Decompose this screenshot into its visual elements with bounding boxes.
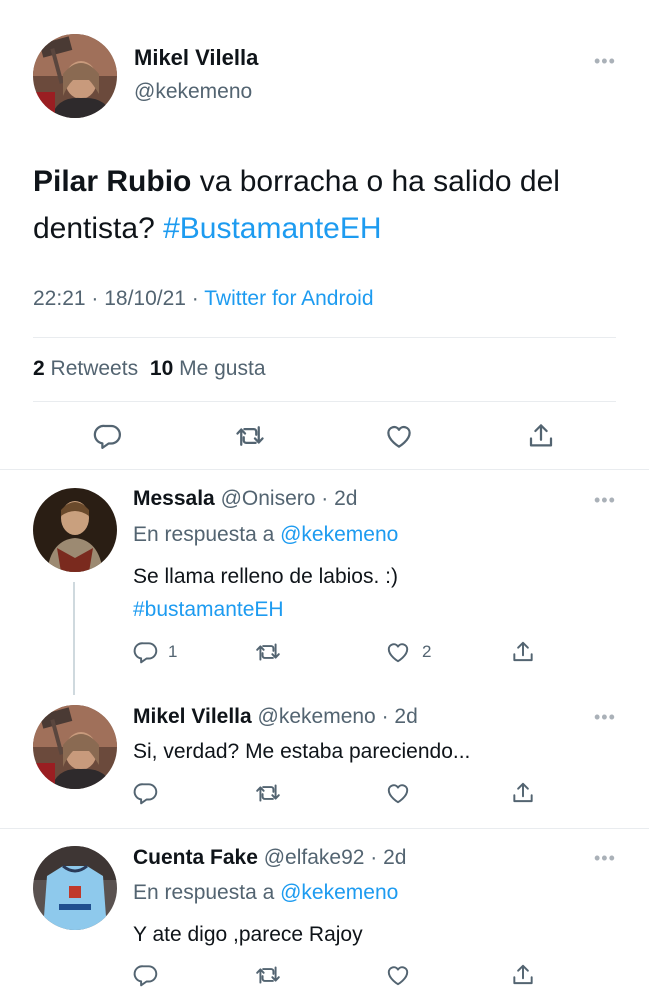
mention-pilar-rubio: Pilar Rubio	[33, 165, 192, 198]
retweet-icon[interactable]	[255, 962, 281, 988]
share-icon[interactable]	[510, 962, 536, 988]
retweet-icon[interactable]	[255, 780, 281, 806]
reply-text: Se llama relleno de labios. :)	[133, 565, 398, 588]
like-icon[interactable]	[384, 421, 414, 451]
reply-avatar[interactable]	[33, 705, 117, 789]
share-icon[interactable]	[510, 639, 536, 665]
reply-handle-time[interactable]: @elfake92 · 2d	[264, 846, 407, 869]
more-icon[interactable]: •••	[594, 708, 616, 726]
share-icon[interactable]	[510, 780, 536, 806]
more-icon[interactable]: •••	[594, 491, 616, 509]
divider	[33, 401, 616, 402]
likes-label[interactable]: Me gusta	[179, 357, 265, 380]
reply-to: En respuesta a @kekemeno	[133, 523, 398, 547]
reply-icon[interactable]	[133, 639, 159, 665]
reply-icon[interactable]	[133, 962, 159, 988]
like-count: 2	[422, 642, 432, 661]
divider	[0, 469, 649, 470]
divider	[0, 828, 649, 829]
retweets-label[interactable]: Retweets	[51, 357, 139, 380]
reply-header: Cuenta Fake @elfake92 · 2d	[133, 846, 406, 870]
retweet-icon[interactable]	[235, 421, 265, 451]
more-icon[interactable]: •••	[594, 849, 616, 867]
reply-to-handle[interactable]: @kekemeno	[280, 523, 398, 546]
author-avatar[interactable]	[33, 34, 117, 118]
reply-header: Messala @Onisero · 2d	[133, 487, 357, 511]
reply-author-name[interactable]: Messala	[133, 487, 215, 510]
reply-icon[interactable]	[93, 421, 123, 451]
tweet-source[interactable]: Twitter for Android	[204, 287, 373, 310]
reply-icon[interactable]	[133, 780, 159, 806]
tweet-text: Pilar Rubio va borracha o ha salido del …	[33, 158, 613, 252]
reply-action[interactable]: 1	[133, 639, 177, 665]
like-icon[interactable]	[385, 962, 411, 988]
hashtag-link[interactable]: #BustamanteEH	[163, 212, 381, 245]
tweet-stats: 2 Retweets 10 Me gusta	[33, 357, 266, 381]
reply-header: Mikel Vilella @kekemeno · 2d	[133, 705, 418, 729]
reply-text: Y ate digo ,parece Rajoy	[133, 923, 363, 946]
more-icon[interactable]: •••	[594, 52, 616, 70]
author-handle[interactable]: @kekemeno	[134, 80, 252, 104]
reply-to-label: En respuesta a	[133, 881, 275, 904]
divider	[33, 337, 616, 338]
share-icon[interactable]	[526, 421, 556, 451]
author-name[interactable]: Mikel Vilella	[134, 45, 258, 71]
reply-author-name[interactable]: Mikel Vilella	[133, 705, 252, 728]
tweet-time: 22:21 · 18/10/21 ·	[33, 287, 199, 310]
reply-avatar[interactable]	[33, 846, 117, 930]
reply-avatar[interactable]	[33, 488, 117, 572]
reply-handle-time[interactable]: @kekemeno · 2d	[258, 705, 418, 728]
like-action[interactable]: 2	[385, 639, 431, 665]
retweets-count[interactable]: 2	[33, 357, 45, 380]
like-icon[interactable]	[385, 780, 411, 806]
reply-count: 1	[168, 642, 178, 661]
like-icon[interactable]	[385, 639, 411, 665]
reply-to-label: En respuesta a	[133, 523, 275, 546]
reply-author-name[interactable]: Cuenta Fake	[133, 846, 258, 869]
reply-text: Si, verdad? Me estaba pareciendo...	[133, 740, 471, 763]
reply-handle-time[interactable]: @Onisero · 2d	[221, 487, 358, 510]
likes-count[interactable]: 10	[150, 357, 173, 380]
reply-to: En respuesta a @kekemeno	[133, 881, 398, 905]
thread-line	[73, 582, 75, 695]
reply-to-handle[interactable]: @kekemeno	[280, 881, 398, 904]
reply-hashtag[interactable]: #bustamanteEH	[133, 598, 284, 622]
retweet-icon[interactable]	[255, 639, 281, 665]
tweet-meta: 22:21 · 18/10/21 · Twitter for Android	[33, 287, 374, 311]
